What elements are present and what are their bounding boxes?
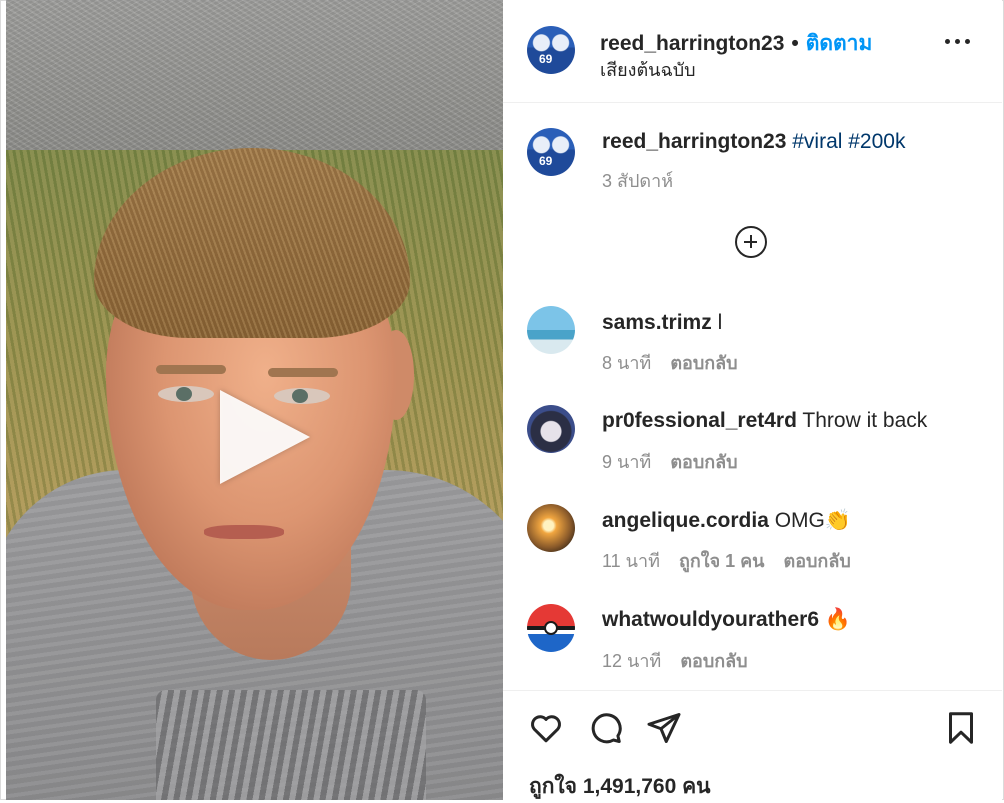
caption-line: reed_harrington23 #viral #200k <box>602 130 905 154</box>
comment-username[interactable]: whatwouldyourather6 <box>602 608 819 631</box>
comment-likes-count[interactable]: ถูกใจ 1 คน <box>679 551 765 571</box>
audio-label[interactable]: เสียงต้นฉบับ <box>600 55 696 84</box>
comment-avatar[interactable] <box>527 405 575 453</box>
comment-meta: 11 นาที ถูกใจ 1 คน ตอบกลับ <box>602 546 851 575</box>
comment-text: OMG👏 <box>774 509 852 532</box>
comment-time[interactable]: 9 นาที <box>602 452 651 472</box>
load-more-comments-icon[interactable] <box>735 226 767 258</box>
comment-line: angelique.cordia OMG👏 <box>602 509 851 533</box>
comment-line: sams.trimz l <box>602 311 722 335</box>
comment-line: pr0fessional_ret4rd Throw it back <box>602 409 927 433</box>
video-person-brow-left <box>156 365 226 374</box>
post-header: reed_harrington23 • ติดตาม เสียงต้นฉบับ <box>503 0 1002 103</box>
comment-time[interactable]: 8 นาที <box>602 353 651 373</box>
comment-meta: 12 นาที ตอบกลับ <box>602 646 748 675</box>
video-person-mouth <box>204 525 284 539</box>
comment-meta: 8 นาที ตอบกลับ <box>602 348 738 377</box>
reply-button[interactable]: ตอบกลับ <box>670 452 737 472</box>
comment-username[interactable]: angelique.cordia <box>602 509 769 532</box>
comment-avatar[interactable] <box>527 504 575 552</box>
caption-username[interactable]: reed_harrington23 <box>602 130 786 153</box>
bookmark-icon[interactable] <box>943 710 979 746</box>
reply-button[interactable]: ตอบกลับ <box>784 551 851 571</box>
comment-avatar[interactable] <box>527 604 575 652</box>
comment-bubble-icon[interactable] <box>587 710 623 746</box>
comment-username[interactable]: sams.trimz <box>602 311 712 334</box>
paper-plane-icon[interactable] <box>646 710 682 746</box>
author-username[interactable]: reed_harrington23 <box>600 32 784 55</box>
comment-avatar[interactable] <box>527 306 575 354</box>
comment-text: 🔥 <box>824 608 852 631</box>
post-side-panel: reed_harrington23 • ติดตาม เสียงต้นฉบับ re… <box>503 0 1002 800</box>
follow-button[interactable]: ติดตาม <box>806 32 873 55</box>
caption-time[interactable]: 3 สัปดาห์ <box>602 166 673 195</box>
caption-author-avatar[interactable] <box>527 128 575 176</box>
video-shirt-print <box>156 690 426 800</box>
video-player[interactable] <box>6 0 503 800</box>
video-person-brow-right <box>268 368 338 377</box>
comment-time[interactable]: 12 นาที <box>602 651 661 671</box>
comment-username[interactable]: pr0fessional_ret4rd <box>602 409 797 432</box>
comment-line: whatwouldyourather6 🔥 <box>602 608 851 632</box>
caption-hashtags[interactable]: #viral #200k <box>792 130 905 153</box>
comment-meta: 9 นาที ตอบกลับ <box>602 447 738 476</box>
actions-divider <box>503 690 1002 691</box>
separator-dot: • <box>791 32 799 55</box>
author-avatar[interactable] <box>527 26 575 74</box>
comment-text: Throw it back <box>802 409 928 432</box>
heart-icon[interactable] <box>528 710 564 746</box>
comment-text: l <box>717 311 723 334</box>
reply-button[interactable]: ตอบกลับ <box>670 353 737 373</box>
likes-count[interactable]: ถูกใจ 1,491,760 คน <box>529 770 710 803</box>
play-icon[interactable] <box>220 390 310 484</box>
reply-button[interactable]: ตอบกลับ <box>680 651 747 671</box>
video-person-eye-left <box>158 386 214 402</box>
comment-time[interactable]: 11 นาที <box>602 551 660 571</box>
more-options-icon[interactable] <box>945 36 971 46</box>
